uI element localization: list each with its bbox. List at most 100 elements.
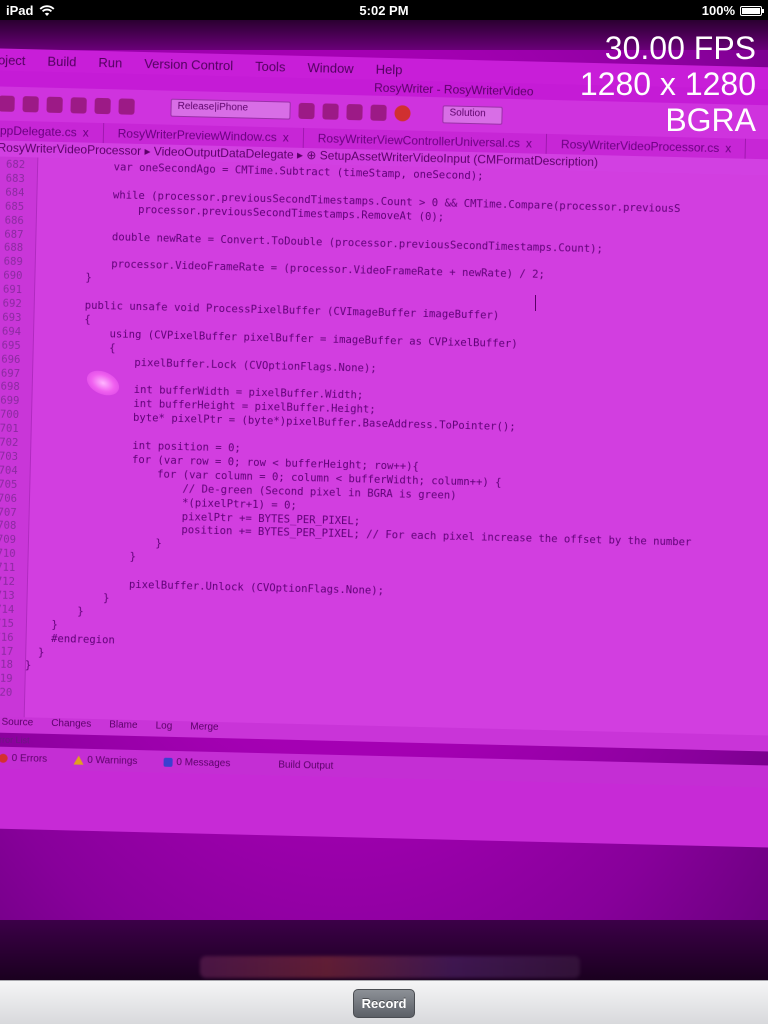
- line-number: 702: [0, 436, 19, 450]
- ide-bottom-tab: Blame: [109, 719, 138, 732]
- line-number: 692: [2, 297, 22, 311]
- line-number: 697: [0, 367, 21, 380]
- paste-icon: [118, 98, 135, 115]
- error-icon: [0, 753, 8, 763]
- bottom-toolbar: Record: [0, 980, 768, 1024]
- line-number: 687: [4, 228, 24, 241]
- stop-icon: [394, 105, 411, 122]
- build-icon: [298, 102, 315, 120]
- line-number: 713: [0, 589, 15, 602]
- step-icon: [370, 104, 387, 121]
- line-number: 695: [1, 339, 21, 352]
- ide-tab-label: RosyWriterViewControllerUniversal.cs: [317, 131, 521, 151]
- ide-menu-item: Window: [307, 59, 354, 76]
- ide-menu-item: Help: [375, 61, 403, 77]
- battery-percent: 100%: [701, 3, 735, 18]
- line-number: 698: [0, 380, 20, 394]
- ide-tab-label: RosyWriterPreviewWindow.cs: [117, 126, 277, 145]
- config-select: Release|iPhone: [170, 98, 291, 120]
- code-text: }: [26, 590, 110, 605]
- ide-bottom-tab: Merge: [190, 721, 219, 734]
- messages-label: 0 Messages: [176, 756, 231, 769]
- info-icon: [163, 757, 173, 767]
- ide-menu-item: Version Control: [144, 55, 234, 73]
- line-number: 718: [0, 658, 14, 672]
- line-number: 719: [0, 672, 13, 686]
- ide-menu-item: Tools: [254, 58, 286, 74]
- line-number: 686: [4, 214, 24, 227]
- battery-icon: [740, 5, 764, 16]
- code-editor: 682 var oneSecondAgo = CMTime.Subtract (…: [0, 155, 768, 737]
- line-number: 709: [0, 533, 17, 547]
- ide-bottom-tab: Source: [1, 716, 34, 729]
- line-number: 715: [0, 617, 15, 630]
- app-root: iPad 5:02 PM 100% roject Build Run Version …: [0, 0, 768, 1024]
- build-output-item: Build Output: [278, 759, 333, 771]
- line-number: 710: [0, 547, 16, 561]
- line-number: 703: [0, 450, 19, 463]
- error-list-label: Error List: [0, 734, 30, 746]
- line-number: 690: [3, 269, 23, 283]
- status-time: 5:02 PM: [359, 3, 409, 18]
- ide-menu-item: Run: [98, 54, 123, 70]
- ide-document-tab: AppDelegate.cs x: [0, 119, 104, 144]
- line-number: 708: [0, 519, 17, 533]
- fps-readout: 30.00 FPS: [604, 30, 756, 66]
- pixel-format-readout: BGRA: [665, 102, 756, 138]
- line-number: 689: [3, 255, 23, 269]
- camera-preview: roject Build Run Version Control Tools Window…: [0, 20, 768, 980]
- line-number: 704: [0, 464, 18, 477]
- line-number: 688: [3, 242, 24, 255]
- status-bar: iPad 5:02 PM 100%: [0, 0, 768, 20]
- code-text: }: [27, 534, 163, 550]
- line-number: 720: [0, 686, 13, 700]
- line-number: 683: [5, 172, 25, 186]
- code-text: }: [34, 270, 92, 284]
- dimensions-readout: 1280 x 1280: [579, 66, 756, 102]
- record-button[interactable]: Record: [353, 989, 415, 1018]
- line-number: 701: [0, 422, 19, 436]
- errors-label: 0 Errors: [11, 752, 48, 765]
- debug-icon: [346, 103, 363, 121]
- line-number: 700: [0, 408, 20, 422]
- line-number: 706: [0, 492, 18, 505]
- status-right: 100%: [701, 3, 764, 18]
- code-text: {: [32, 340, 116, 355]
- close-icon: x: [725, 141, 732, 156]
- line-number: 707: [0, 506, 17, 519]
- line-number: 691: [2, 283, 23, 297]
- code-text: #endregion: [25, 631, 116, 647]
- line-number: 699: [0, 394, 20, 408]
- line-number: 705: [0, 478, 18, 491]
- line-number: 685: [4, 200, 25, 213]
- messages-item: 0 Messages: [163, 756, 230, 769]
- copy-icon: [94, 97, 111, 115]
- close-icon: x: [525, 136, 533, 151]
- ide-tab-label: RosyWriterVideoProcessor.cs: [560, 137, 720, 156]
- warnings-label: 0 Warnings: [87, 754, 138, 767]
- save-icon: [46, 96, 63, 114]
- code-text: }: [25, 617, 58, 631]
- code-text: }: [25, 645, 45, 659]
- solution-select: Solution: [442, 105, 503, 125]
- line-number: 716: [0, 631, 14, 644]
- ide-menu-item: roject: [0, 51, 26, 68]
- cut-icon: [70, 97, 87, 114]
- ide-menu-item: Build: [47, 53, 77, 69]
- errors-item: 0 Errors: [0, 752, 47, 764]
- build-output-label: Build Output: [278, 759, 334, 772]
- new-file-icon: [0, 95, 15, 112]
- ide-bottom-tab: Changes: [51, 717, 92, 730]
- code-text: }: [24, 659, 32, 672]
- close-icon: x: [282, 130, 289, 145]
- monitor-bottom-edge: [0, 920, 768, 980]
- dock-reflection: [200, 956, 580, 978]
- ibeam-cursor-icon: [535, 295, 536, 311]
- line-number: 693: [2, 311, 22, 324]
- line-number: 682: [5, 158, 26, 172]
- close-icon: x: [82, 125, 89, 140]
- ide-tab-label: AppDelegate.cs: [0, 123, 77, 140]
- line-number: 712: [0, 575, 16, 589]
- code-text: }: [26, 604, 84, 618]
- line-number: 714: [0, 603, 15, 616]
